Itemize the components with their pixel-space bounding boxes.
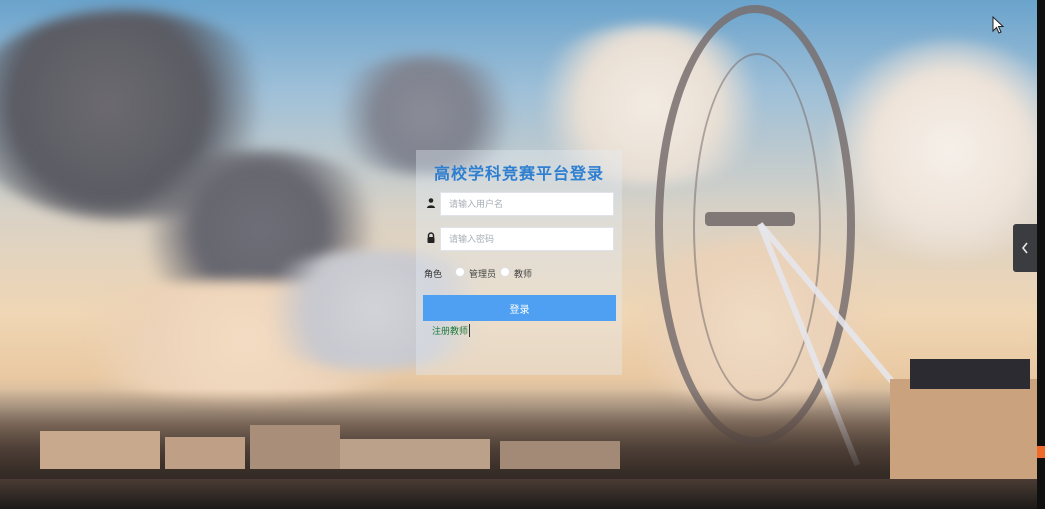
building: [165, 437, 245, 469]
mouse-cursor-icon: [992, 16, 1004, 34]
building: [250, 425, 340, 469]
login-title: 高校学科竞赛平台登录: [433, 164, 604, 183]
username-row: [424, 192, 616, 216]
ferris-wheel-hub: [705, 212, 795, 226]
role-radio-teacher[interactable]: [500, 267, 510, 277]
user-icon-svg: [427, 198, 435, 208]
role-selector: 角色 管理员 教师: [424, 265, 616, 281]
building: [500, 441, 620, 469]
side-panel-toggle[interactable]: [1013, 224, 1037, 272]
username-input[interactable]: [440, 192, 614, 216]
lock-icon-svg: [427, 232, 435, 243]
building: [40, 431, 160, 469]
login-button[interactable]: 登录: [423, 295, 616, 321]
building: [340, 439, 490, 469]
role-option-admin-label[interactable]: 管理员: [469, 267, 496, 280]
role-radio-admin[interactable]: [455, 267, 465, 277]
user-icon: [426, 197, 438, 211]
river: [0, 479, 1045, 509]
building-roof: [910, 359, 1030, 389]
screen-edge: [1037, 0, 1045, 509]
register-teacher-link[interactable]: 注册教师: [432, 324, 471, 337]
chevron-left-icon: [1021, 242, 1028, 254]
edge-marker: [1037, 446, 1045, 458]
role-option-teacher-label[interactable]: 教师: [514, 267, 532, 280]
role-label: 角色: [424, 270, 443, 280]
lock-icon: [426, 232, 438, 246]
password-row: [424, 227, 616, 251]
password-input[interactable]: [440, 227, 614, 251]
